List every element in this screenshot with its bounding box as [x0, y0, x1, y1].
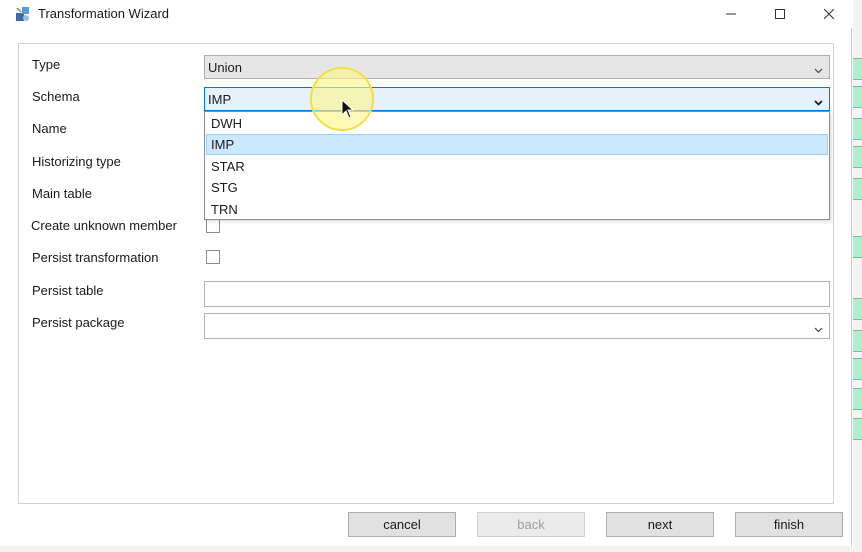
transformation-wizard-window: Transformation Wizard Type Schema Name H…	[0, 0, 852, 552]
maximize-button[interactable]	[757, 0, 803, 28]
chevron-down-icon	[814, 63, 823, 74]
historizing-type-label: Historizing type	[32, 154, 121, 169]
taskbar-edge	[0, 546, 852, 552]
close-icon	[824, 9, 834, 19]
background-node	[853, 178, 862, 200]
background-app-edge	[853, 0, 862, 552]
cancel-button[interactable]: cancel	[348, 512, 456, 537]
persist-table-field[interactable]	[204, 281, 830, 307]
schema-option-imp[interactable]: IMP	[206, 134, 828, 155]
maximize-icon	[775, 9, 785, 19]
schema-option-stg[interactable]: STG	[206, 177, 828, 198]
app-wizard-icon	[14, 5, 32, 23]
chevron-down-icon	[814, 95, 823, 106]
minimize-button[interactable]	[708, 0, 754, 28]
schema-value: IMP	[208, 91, 232, 107]
close-button[interactable]	[806, 0, 852, 28]
mouse-pointer-icon	[341, 98, 355, 119]
background-node	[853, 418, 862, 440]
background-node	[853, 58, 862, 80]
persist-transformation-checkbox[interactable]	[206, 250, 220, 264]
name-label: Name	[32, 121, 67, 136]
persist-transformation-label: Persist transformation	[32, 250, 159, 265]
persist-package-combobox[interactable]	[204, 313, 830, 339]
main-table-label: Main table	[32, 186, 92, 201]
create-unknown-member-checkbox[interactable]	[206, 219, 220, 233]
background-node	[853, 388, 862, 410]
create-unknown-member-label: Create unknown member	[31, 218, 177, 233]
background-node	[853, 86, 862, 108]
persist-table-label: Persist table	[32, 283, 104, 298]
schema-option-dwh[interactable]: DWH	[206, 113, 828, 134]
background-node	[853, 146, 862, 168]
chevron-down-icon	[814, 322, 823, 333]
type-value: Union	[208, 59, 242, 75]
schema-combobox[interactable]: IMP	[204, 87, 830, 111]
background-node	[853, 118, 862, 140]
background-node	[853, 236, 862, 258]
schema-option-trn[interactable]: TRN	[206, 199, 828, 220]
persist-package-label: Persist package	[32, 315, 125, 330]
next-button[interactable]: next	[606, 512, 714, 537]
background-node	[853, 358, 862, 380]
minimize-icon	[726, 9, 736, 19]
background-node	[853, 298, 862, 320]
title-bar[interactable]: Transformation Wizard	[0, 0, 852, 28]
type-combobox[interactable]: Union	[204, 55, 830, 79]
schema-option-star[interactable]: STAR	[206, 156, 828, 177]
schema-label: Schema	[32, 89, 80, 104]
type-label: Type	[32, 57, 61, 72]
background-node	[853, 330, 862, 352]
window-title: Transformation Wizard	[38, 6, 169, 21]
schema-dropdown-list: DWH IMP STAR STG TRN	[204, 111, 830, 220]
back-button[interactable]: back	[477, 512, 585, 537]
finish-button[interactable]: finish	[735, 512, 843, 537]
